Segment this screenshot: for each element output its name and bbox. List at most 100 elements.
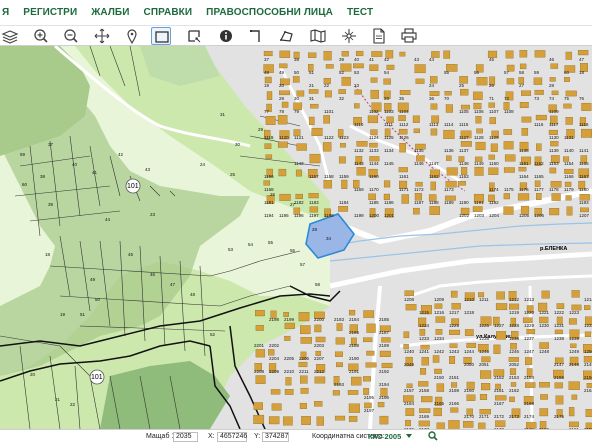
building bbox=[322, 142, 332, 152]
parcel-label: 1233 bbox=[419, 336, 430, 341]
scale-input[interactable]: 2035 bbox=[173, 432, 198, 442]
building bbox=[414, 64, 426, 74]
menu-item-test[interactable]: ТЕСТ bbox=[347, 7, 373, 18]
print-button[interactable] bbox=[399, 27, 419, 45]
parcel-label: 1157 bbox=[309, 174, 319, 179]
building bbox=[412, 115, 420, 123]
building bbox=[404, 290, 414, 297]
building bbox=[551, 90, 559, 96]
parcel-label: 47 bbox=[170, 282, 176, 287]
parcel-label: 1111 bbox=[384, 122, 394, 127]
select-polygon-button[interactable] bbox=[184, 27, 204, 45]
parcel-label: 26 bbox=[489, 83, 495, 88]
parcel-label: 33 bbox=[384, 96, 390, 101]
parcel-label: 1216 bbox=[434, 310, 445, 315]
building bbox=[299, 402, 307, 409]
parcel-label: 1138 bbox=[519, 148, 529, 153]
parcel-label: 1152 bbox=[534, 161, 544, 166]
building bbox=[356, 141, 368, 147]
pan-button[interactable] bbox=[92, 27, 112, 45]
coordinates-button[interactable] bbox=[339, 27, 359, 45]
building bbox=[539, 342, 549, 349]
building bbox=[475, 116, 482, 124]
building bbox=[503, 167, 515, 173]
parcel-label: 41 bbox=[369, 57, 375, 62]
parcel-label: 1145 bbox=[384, 161, 394, 166]
building bbox=[263, 180, 271, 186]
layers-button[interactable] bbox=[0, 27, 20, 45]
menu-item-references[interactable]: СПРАВКИ bbox=[144, 7, 193, 18]
select-rectangle-button[interactable] bbox=[151, 27, 171, 45]
menu-item-home[interactable]: Я bbox=[2, 7, 9, 18]
parcel-label: 1155 bbox=[579, 161, 589, 166]
parcel-label: 2191 bbox=[349, 369, 360, 374]
parcel-label: 2196 bbox=[379, 395, 390, 400]
building bbox=[564, 181, 572, 187]
parcel-label: 1185 bbox=[369, 200, 379, 205]
parcel-label: 1132 bbox=[354, 148, 364, 153]
building bbox=[420, 368, 427, 375]
parcel-label: 28 bbox=[549, 83, 555, 88]
measure-area-button[interactable] bbox=[277, 27, 297, 45]
parcel-label: 1250 bbox=[584, 349, 592, 354]
parcel-label: 1102 bbox=[369, 109, 379, 114]
measure-distance-button[interactable] bbox=[246, 27, 266, 45]
parcel-label: 51 bbox=[80, 312, 86, 317]
coordinate-system-select[interactable]: ККС 2005 bbox=[368, 432, 401, 441]
parcel-label: 38 bbox=[294, 57, 300, 62]
parcel-label: 1121 bbox=[294, 135, 304, 140]
building bbox=[479, 394, 488, 400]
building bbox=[413, 128, 420, 134]
menu-item-registers[interactable]: РЕГИСТРИ bbox=[23, 7, 77, 18]
map-canvas[interactable]: 34 101 101 р.ЕЛЕНКА ул.Калугерица 37 38 39… bbox=[0, 46, 592, 429]
search-icon[interactable] bbox=[428, 431, 438, 443]
coordinate-system-dropdown-icon[interactable] bbox=[405, 432, 413, 442]
building bbox=[581, 128, 592, 138]
building bbox=[535, 114, 547, 121]
parcel-label: 1218 bbox=[464, 310, 475, 315]
parcel-label: 1230 bbox=[539, 323, 550, 328]
building bbox=[316, 416, 324, 426]
building bbox=[433, 407, 442, 417]
building bbox=[356, 167, 366, 176]
building bbox=[315, 336, 326, 343]
zoom-in-button[interactable] bbox=[31, 27, 51, 45]
parcel-label: 71 bbox=[489, 96, 495, 101]
document-button[interactable] bbox=[369, 27, 389, 45]
info-button[interactable] bbox=[216, 27, 236, 45]
building bbox=[266, 91, 273, 100]
parcel-label: 75 bbox=[564, 96, 570, 101]
cadastral-map[interactable]: 34 101 101 р.ЕЛЕНКА ул.Калугерица 37 38 39… bbox=[0, 46, 592, 429]
building bbox=[534, 180, 541, 187]
parcel-label: 25 bbox=[230, 172, 236, 177]
parcel-label: 1237 bbox=[524, 336, 535, 341]
building bbox=[371, 51, 383, 57]
status-bar: Мащаб 1: 2035 X: 4657246 Y: 374287 Коорд… bbox=[0, 429, 592, 444]
location-pin-button[interactable] bbox=[122, 27, 142, 45]
parcel-label: 1180 bbox=[579, 187, 589, 192]
building bbox=[509, 303, 520, 310]
building bbox=[324, 90, 332, 98]
building bbox=[341, 179, 348, 189]
parcel-label: 1242 bbox=[434, 349, 445, 354]
parcel-label: 74 bbox=[549, 96, 555, 101]
building bbox=[521, 116, 532, 123]
building bbox=[401, 194, 409, 204]
building bbox=[444, 91, 452, 96]
menu-item-complaints[interactable]: ЖАЛБИ bbox=[91, 7, 129, 18]
parcel-label: 2152 bbox=[494, 375, 505, 380]
parcel-label: 1142 bbox=[294, 161, 304, 166]
parcel-label: 23 bbox=[354, 83, 360, 88]
parcel-label: 1170 bbox=[369, 187, 379, 192]
svg-text:101: 101 bbox=[91, 374, 103, 381]
parcel-label: 20 bbox=[279, 83, 285, 88]
print-icon bbox=[401, 28, 417, 43]
parcel-label: 1239 bbox=[569, 336, 580, 341]
zoom-out-button[interactable] bbox=[61, 27, 81, 45]
parcel-label: 1127 bbox=[459, 135, 469, 140]
parcel-label: 1146 bbox=[414, 161, 424, 166]
menu-item-licensed-persons[interactable]: ПРАВОСПОСОБНИ ЛИЦА bbox=[206, 7, 333, 18]
map-button[interactable] bbox=[308, 27, 328, 45]
parcel-label: 1143 bbox=[354, 161, 364, 166]
parcel-label: 2147 bbox=[554, 362, 565, 367]
